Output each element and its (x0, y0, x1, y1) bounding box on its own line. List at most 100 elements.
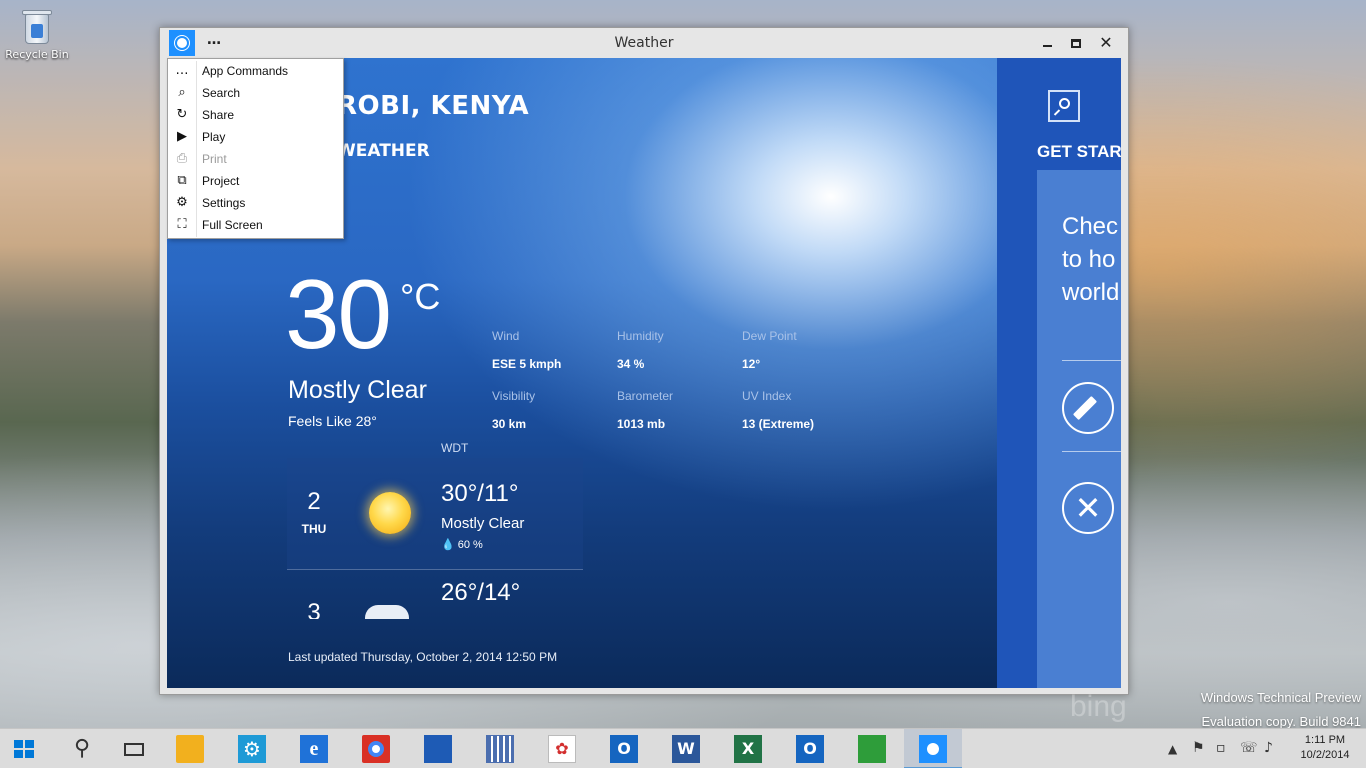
task-view-icon (120, 735, 148, 763)
current-temperature: 30 (285, 259, 392, 369)
windows-logo-icon (14, 740, 34, 758)
recycle-bin[interactable]: Recycle Bin (4, 6, 70, 61)
menu-item-settings[interactable]: ⚙ Settings (168, 192, 343, 214)
start-button[interactable] (0, 729, 48, 768)
search-icon (1059, 98, 1070, 109)
forecast-date: 3 (307, 599, 321, 619)
file-explorer-button[interactable] (164, 729, 212, 768)
outlook-icon: O (796, 735, 824, 763)
folder-icon (176, 735, 204, 763)
menu-item-print: ⎙ Print (168, 148, 343, 170)
window-title: Weather (614, 35, 674, 51)
volume-icon[interactable]: ♪ (1264, 740, 1273, 768)
excel-icon: X (734, 735, 762, 763)
chrome-icon (362, 735, 390, 763)
word-button[interactable]: W (660, 729, 708, 768)
task-view-button[interactable] (108, 729, 156, 768)
clock-date: 10/2/2014 (1300, 749, 1350, 761)
app-commands-menu: … App Commands ⌕ Search ↻ Share ▶ Play ⎙… (167, 58, 344, 239)
stat-dew-point: Dew Point 12° (742, 329, 797, 371)
forecast-date: 2 THU (301, 488, 327, 536)
app-icon (424, 735, 452, 763)
share-icon: ↻ (176, 107, 188, 122)
close-button[interactable]: ✕ (1092, 32, 1120, 54)
divider (1062, 451, 1121, 452)
ie-icon: e (300, 735, 328, 763)
recycle-bin-icon (22, 6, 52, 46)
menu-item-search[interactable]: ⌕ Search (168, 82, 343, 104)
network-icon[interactable]: ☏ (1240, 740, 1258, 768)
show-hidden-icons-button[interactable]: ▲ (1168, 742, 1177, 768)
word-icon: W (672, 735, 700, 763)
devices-icon[interactable]: ▫ (1216, 740, 1226, 768)
temperature-unit: °C (400, 276, 441, 317)
forecast-hilo: 26°/14° (441, 579, 521, 606)
sun-icon (369, 492, 411, 534)
print-icon: ⎙ (176, 151, 188, 166)
edit-button[interactable] (1062, 382, 1114, 434)
partly-cloudy-icon (365, 605, 409, 619)
internet-explorer-button[interactable]: e (288, 729, 336, 768)
menu-item-share[interactable]: ↻ Share (168, 104, 343, 126)
title-bar[interactable]: … Weather ✕ (160, 28, 1128, 58)
panel-search-button[interactable] (1048, 90, 1080, 122)
maximize-icon (1071, 39, 1081, 48)
forecast-day[interactable]: 3 26°/14° (287, 571, 583, 619)
maximize-button[interactable] (1062, 32, 1090, 54)
weather-subtitle: WEATHER (337, 141, 430, 161)
stat-barometer: Barometer 1013 mb (617, 389, 674, 431)
os-watermark: Windows Technical Preview Evaluation cop… (1200, 690, 1361, 729)
flag-icon[interactable]: ⚑ (1192, 740, 1205, 768)
bing-logo: bing (1070, 690, 1127, 723)
app-button-2[interactable] (474, 729, 522, 768)
store-icon (858, 735, 886, 763)
search-icon: ⌕ (178, 85, 186, 100)
gear-icon: ⚙ (238, 735, 266, 763)
forecast-day[interactable]: 2 THU 30°/11° Mostly Clear 💧 60 % (287, 458, 583, 570)
chrome-button[interactable] (350, 729, 398, 768)
menu-item-app-commands[interactable]: … App Commands (168, 60, 343, 82)
fullscreen-icon: ⛶ (177, 217, 187, 232)
clock[interactable]: 1:11 PM 10/2/2014 (1290, 733, 1360, 763)
clock-time: 1:11 PM (1304, 734, 1346, 746)
forecast-desc: Mostly Clear (441, 515, 525, 532)
minimize-button[interactable] (1033, 32, 1061, 54)
outlook-icon: O (610, 735, 638, 763)
forecast-source: WDT (441, 441, 469, 455)
app-button-1[interactable] (412, 729, 460, 768)
get-started-panel: GET STAR Chec to ho world ✕ (997, 58, 1121, 688)
acrobat-button[interactable]: ✿ (536, 729, 584, 768)
play-icon: ▶ (177, 129, 187, 144)
weather-sun-icon (919, 735, 947, 763)
dismiss-button[interactable]: ✕ (1062, 482, 1114, 534)
gear-icon: ⚙ (176, 195, 188, 210)
weather-app-button[interactable] (904, 729, 962, 768)
pencil-icon (1072, 395, 1098, 421)
feels-like: Feels Like 28° (288, 413, 377, 429)
menu-item-full-screen[interactable]: ⛶ Full Screen (168, 214, 343, 236)
menu-item-play[interactable]: ▶ Play (168, 126, 343, 148)
taskbar: ⚲ ⚙ e ✿ O W X O ▲ ⚑ ▫ ☏ ♪ 1:11 PM 10/2/2… (0, 728, 1366, 768)
search-button[interactable]: ⚲ (56, 729, 104, 768)
minimize-icon (1042, 45, 1052, 47)
recycle-bin-label: Recycle Bin (5, 48, 69, 61)
outlook-button-2[interactable]: O (784, 729, 832, 768)
outlook-button[interactable]: O (598, 729, 646, 768)
store-button[interactable] (846, 729, 894, 768)
stat-wind: Wind ESE 5 kmph (492, 329, 562, 371)
excel-button[interactable]: X (722, 729, 770, 768)
grid-app-icon (486, 735, 514, 763)
menu-item-project[interactable]: ⧉ Project (168, 170, 343, 192)
panel-heading: GET STAR (1037, 142, 1121, 161)
stat-humidity: Humidity 34 % (617, 329, 664, 371)
get-started-card[interactable]: Chec to ho world ✕ (1037, 170, 1121, 688)
card-text: Chec to ho world (1062, 213, 1120, 306)
project-icon: ⧉ (177, 173, 187, 188)
close-icon: ✕ (1074, 489, 1102, 527)
stat-uv-index: UV Index 13 (Extreme) (742, 389, 815, 431)
search-icon: ⚲ (73, 736, 91, 761)
current-condition: Mostly Clear (288, 376, 427, 404)
last-updated: Last updated Thursday, October 2, 2014 1… (288, 650, 558, 664)
settings-app-button[interactable]: ⚙ (226, 729, 274, 768)
more-icon: … (175, 63, 189, 78)
